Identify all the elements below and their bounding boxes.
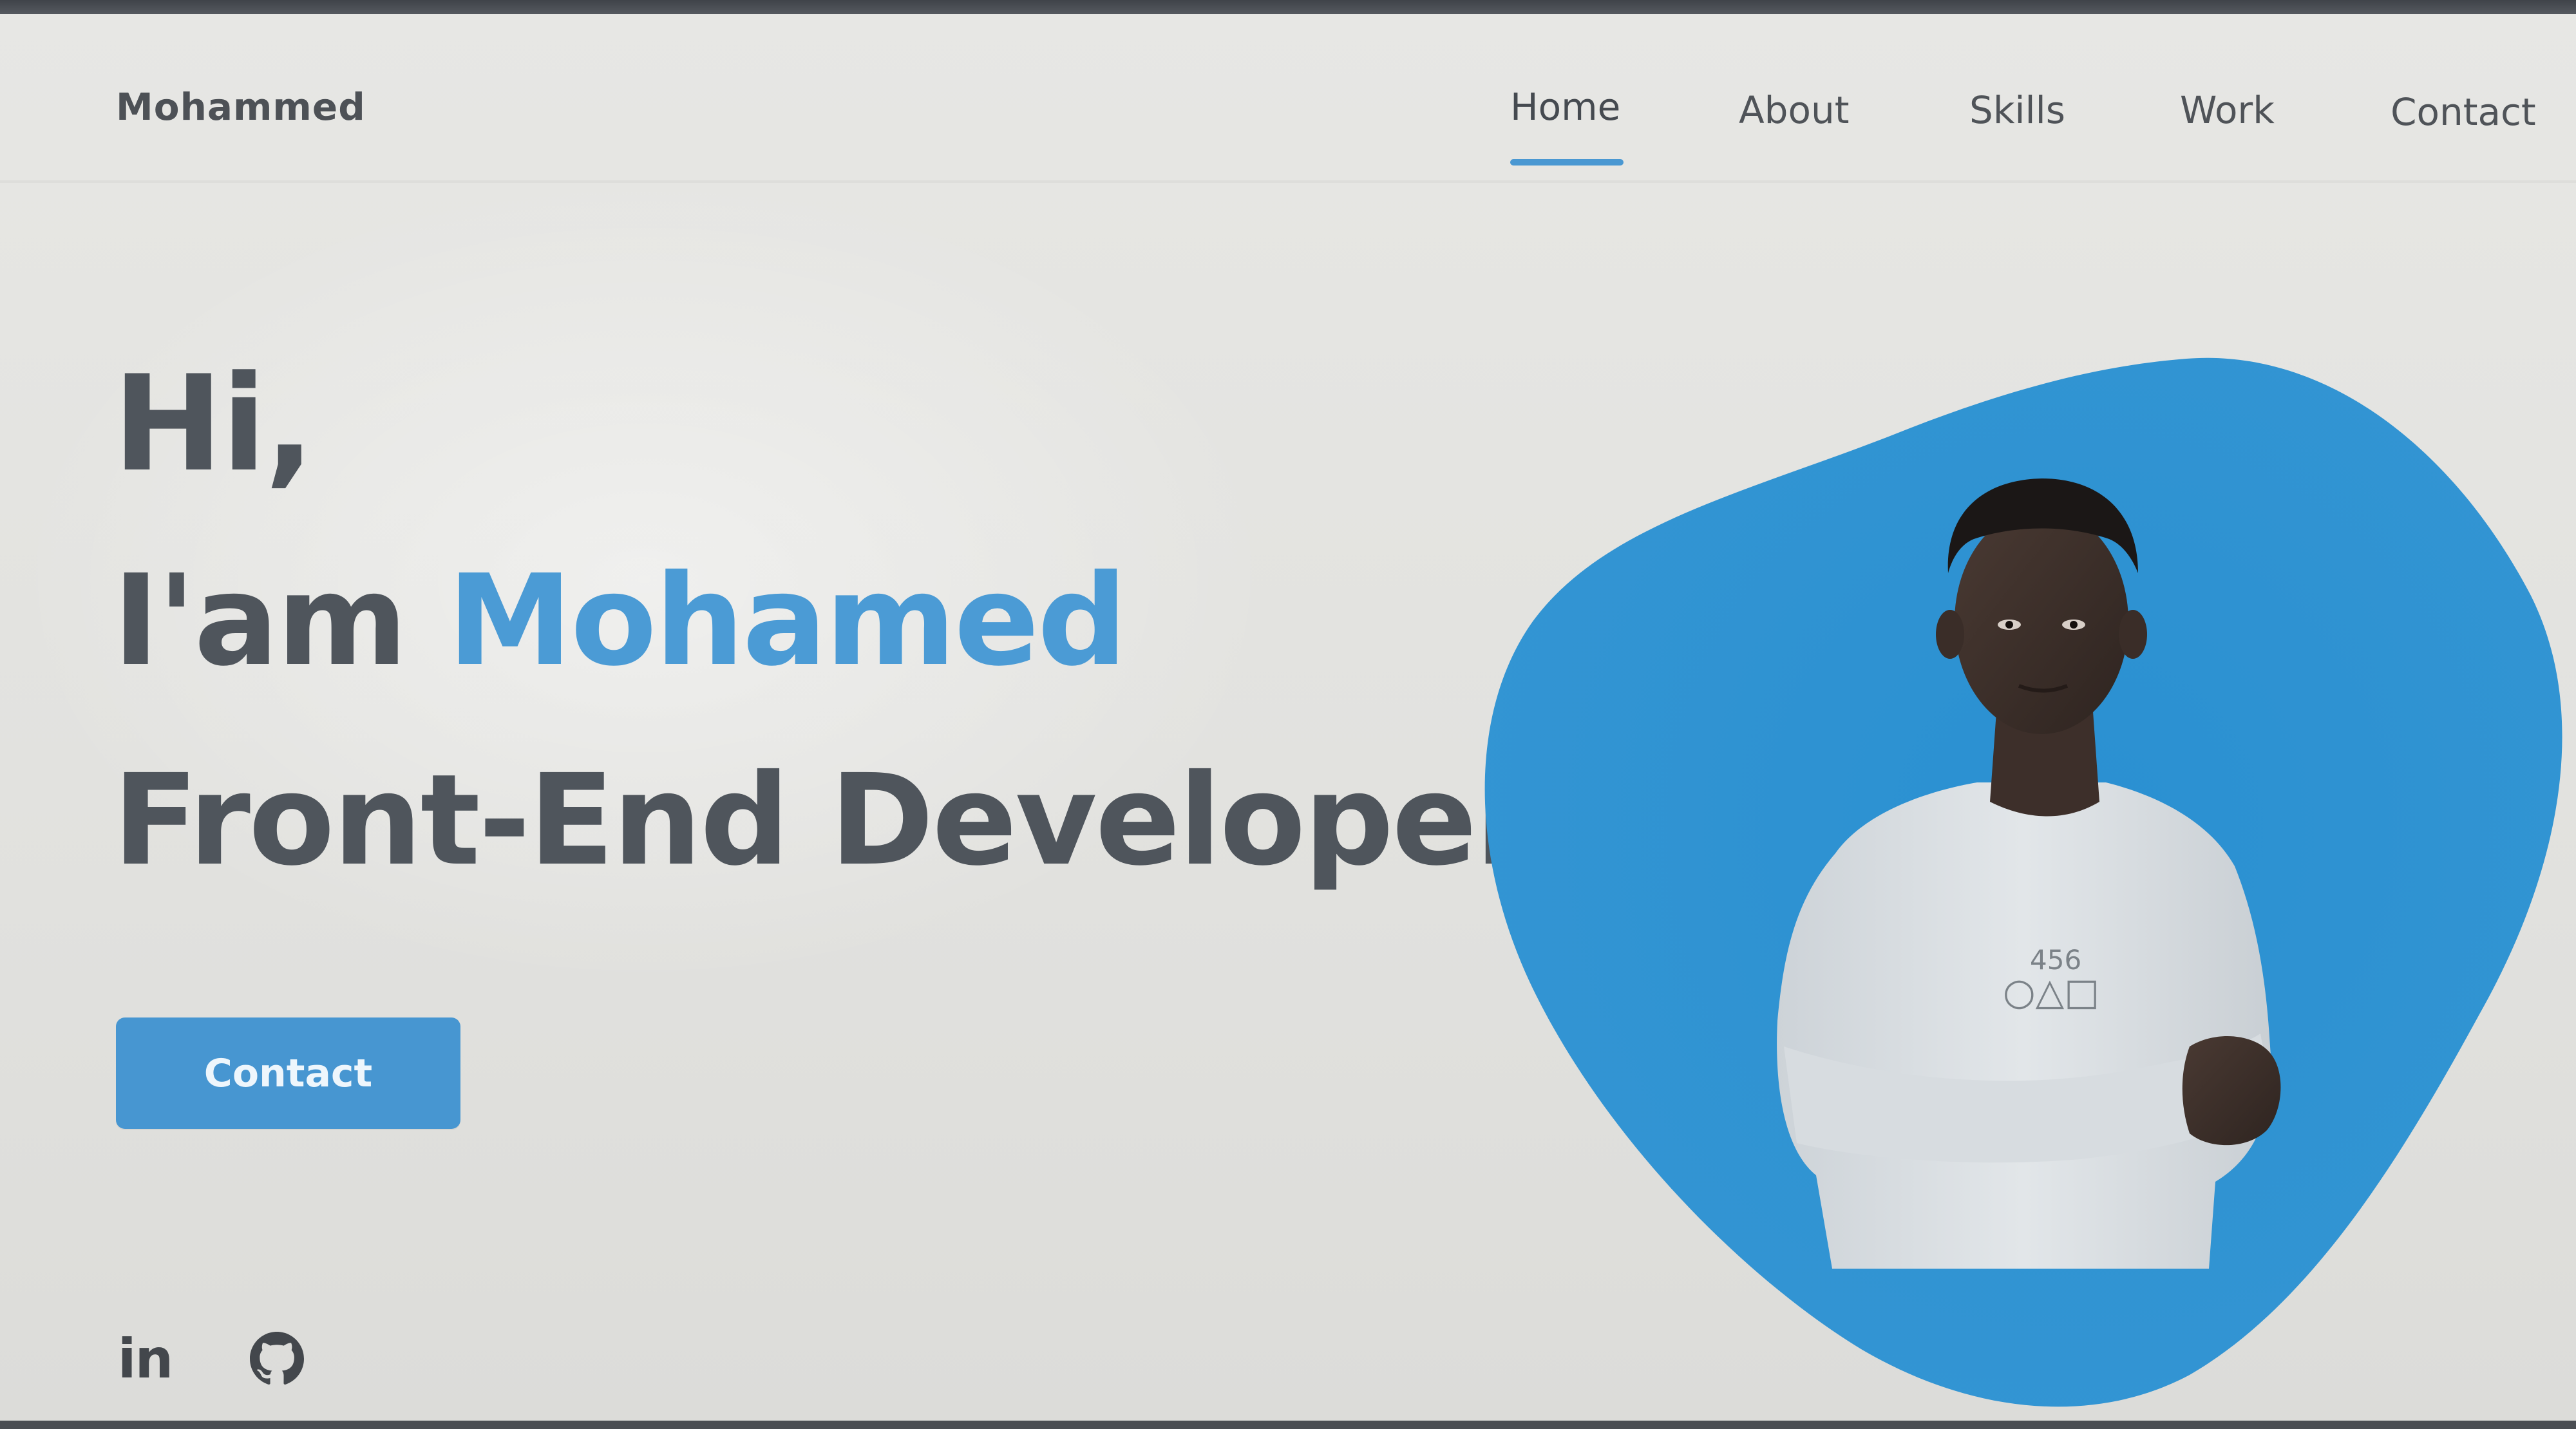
shirt-print-shapes: ○△□ <box>2003 970 2099 1014</box>
hero-intro-line: I'am Mohamed <box>113 547 1127 694</box>
hero-text: Hi, I'am Mohamed Front-End Developer <box>0 0 1495 1429</box>
hero-role: Front-End Developer <box>113 747 1495 893</box>
linkedin-link[interactable]: in <box>109 1323 180 1394</box>
hero-name: Mohamed <box>447 547 1127 694</box>
contact-button[interactable]: Contact <box>116 1017 460 1129</box>
sweater <box>1777 782 2271 1269</box>
linkedin-icon: in <box>117 1327 174 1390</box>
github-link[interactable] <box>242 1323 312 1394</box>
nav-skills[interactable]: Skills <box>1969 88 2065 132</box>
nav-home[interactable]: Home <box>1510 85 1620 129</box>
monitor-bezel-bottom <box>0 1421 2576 1429</box>
hero-greeting: Hi, <box>113 348 315 501</box>
browser-viewport: Mohammed Home About Skills Work Contact … <box>0 0 2576 1429</box>
hand <box>2182 1036 2281 1146</box>
nav-about[interactable]: About <box>1739 88 1849 132</box>
nav-active-indicator <box>1510 159 1624 166</box>
hero-intro: I'am <box>113 547 408 694</box>
hero-portrait: 456 ○△□ <box>1475 351 2570 1420</box>
nav-work[interactable]: Work <box>2180 88 2275 132</box>
portrait-illustration: 456 ○△□ <box>1484 357 2562 1407</box>
github-icon <box>250 1332 304 1385</box>
face <box>1955 509 2128 734</box>
nav-contact[interactable]: Contact <box>2391 90 2536 134</box>
